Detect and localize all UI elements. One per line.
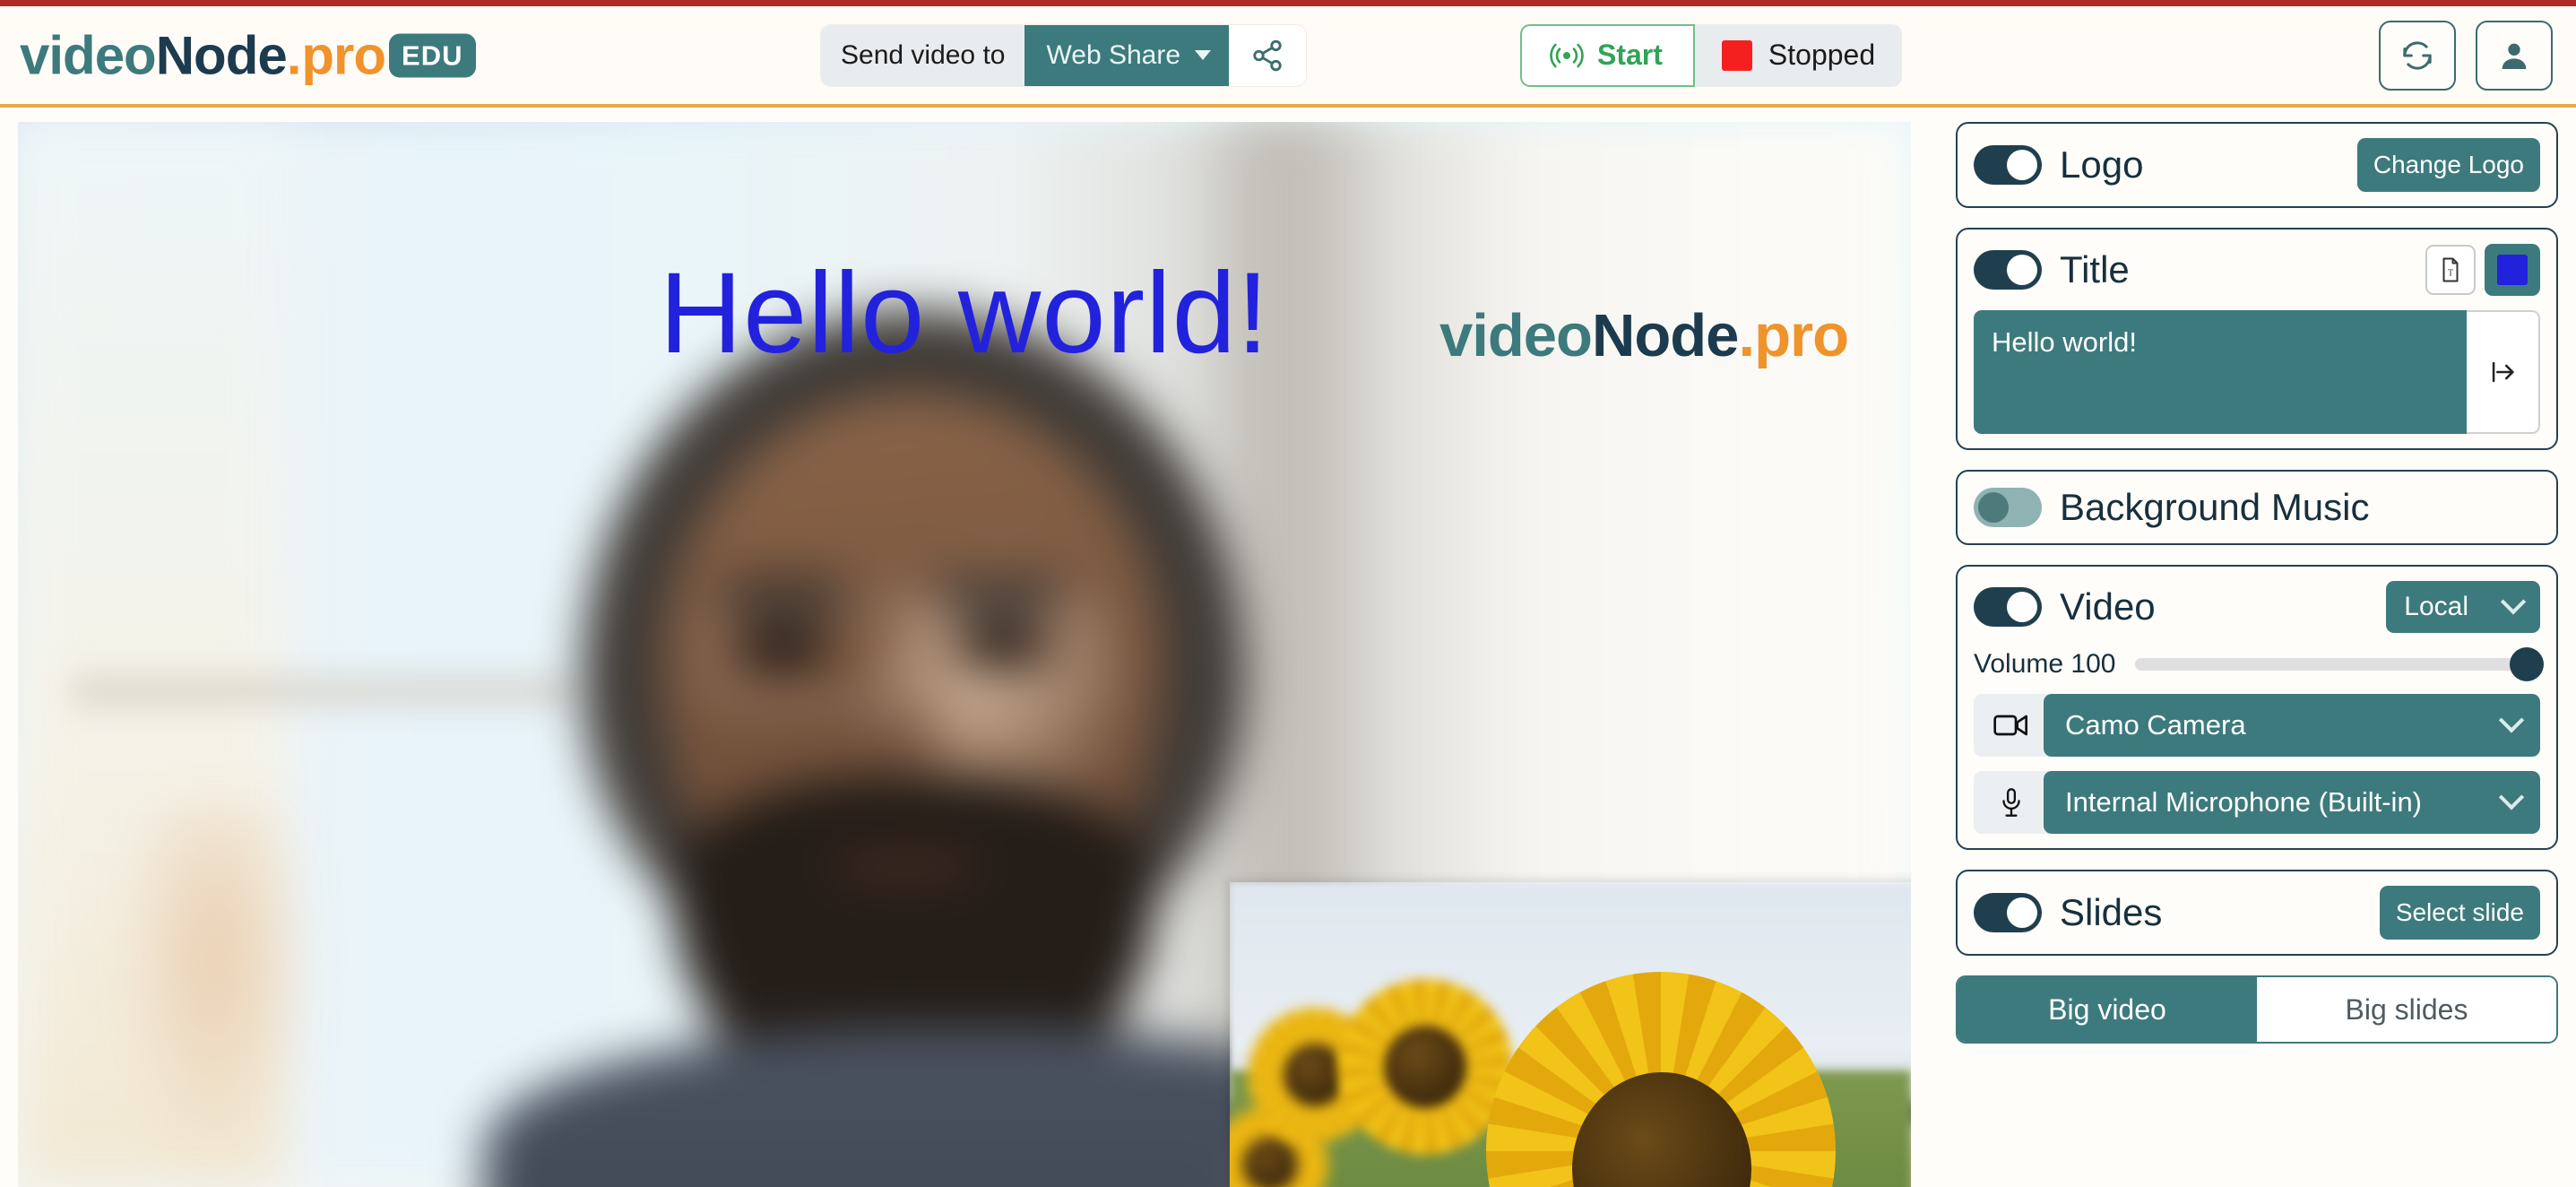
top-accent-strip bbox=[0, 0, 2576, 6]
overlay-watermark: videoNode.pro bbox=[1439, 301, 1849, 370]
status-badge: Stopped bbox=[1694, 23, 1903, 87]
refresh-icon bbox=[2403, 40, 2432, 70]
settings-sidebar: Logo Change Logo Title T Hello world! Ba… bbox=[1956, 122, 2558, 1044]
header-icon-buttons bbox=[2379, 20, 2553, 91]
volume-label: Volume 100 bbox=[1974, 649, 2116, 679]
video-label: Video bbox=[2060, 585, 2156, 628]
brand-text-dot: . bbox=[286, 25, 302, 85]
slide-picture-in-picture[interactable] bbox=[1230, 882, 1911, 1187]
background-music-toggle[interactable] bbox=[1974, 488, 2042, 527]
camera-value: Camo Camera bbox=[2065, 709, 2246, 741]
svg-text:T: T bbox=[2448, 268, 2453, 278]
chevron-down-icon bbox=[1195, 50, 1212, 60]
broadcast-controls: Start Stopped bbox=[1520, 23, 1903, 87]
big-video-option[interactable]: Big video bbox=[1958, 977, 2257, 1042]
chevron-down-icon bbox=[2498, 707, 2525, 733]
video-camera-icon bbox=[1993, 715, 2027, 736]
microphone-row: Internal Microphone (Built-in) bbox=[1974, 771, 2540, 834]
logo-card: Logo Change Logo bbox=[1956, 122, 2558, 208]
microphone-value: Internal Microphone (Built-in) bbox=[2065, 786, 2423, 818]
watermark-text-dot: . bbox=[1738, 302, 1755, 369]
watermark-text-pro: pro bbox=[1754, 302, 1849, 369]
watermark-text-video: video bbox=[1439, 302, 1593, 369]
video-preview[interactable]: Hello world! videoNode.pro bbox=[18, 122, 1911, 1187]
camera-row: Camo Camera bbox=[1974, 694, 2540, 757]
sunflower-main-icon bbox=[1486, 972, 1836, 1187]
select-slide-button[interactable]: Select slide bbox=[2379, 886, 2540, 940]
send-video-label: Send video to bbox=[821, 24, 1025, 86]
slides-label: Slides bbox=[2060, 891, 2163, 933]
title-color-swatch bbox=[2497, 255, 2528, 285]
video-card: Video Local Volume 100 Camo Camera Inter… bbox=[1956, 565, 2558, 850]
send-target-dropdown[interactable]: Web Share bbox=[1024, 24, 1230, 86]
camera-dropdown[interactable]: Camo Camera bbox=[2044, 694, 2540, 757]
title-toggle[interactable] bbox=[1974, 250, 2042, 290]
microphone-dropdown[interactable]: Internal Microphone (Built-in) bbox=[2044, 771, 2540, 834]
microphone-icon bbox=[2002, 788, 2020, 817]
volume-slider[interactable] bbox=[2135, 647, 2544, 681]
brand-text-node: Node bbox=[155, 25, 288, 85]
background-music-label: Background Music bbox=[2060, 486, 2370, 528]
layout-segmented-control: Big video Big slides bbox=[1956, 975, 2558, 1044]
title-label: Title bbox=[2060, 248, 2130, 290]
big-slides-option[interactable]: Big slides bbox=[2257, 977, 2556, 1042]
logo-label: Logo bbox=[2060, 143, 2144, 186]
stop-square-icon bbox=[1721, 39, 1752, 71]
preview-plant bbox=[117, 803, 314, 1180]
start-button-label: Start bbox=[1597, 39, 1663, 71]
background-music-card: Background Music bbox=[1956, 470, 2558, 545]
edu-badge: EDU bbox=[389, 33, 476, 77]
text-file-icon: T bbox=[2442, 257, 2459, 282]
status-label: Stopped bbox=[1768, 39, 1876, 71]
volume-slider-thumb[interactable] bbox=[2510, 647, 2544, 681]
slides-toggle[interactable] bbox=[1974, 893, 2042, 932]
main-content: Hello world! videoNode.pro Logo Change L… bbox=[0, 111, 2576, 1187]
send-video-group: Send video to Web Share bbox=[821, 24, 1307, 86]
slides-card: Slides Select slide bbox=[1956, 870, 2558, 956]
broadcast-icon bbox=[1550, 43, 1584, 67]
share-icon bbox=[1253, 39, 1282, 71]
camera-icon-box bbox=[1974, 694, 2049, 757]
video-toggle[interactable] bbox=[1974, 587, 2042, 627]
user-icon bbox=[2502, 43, 2527, 69]
refresh-button[interactable] bbox=[2379, 20, 2456, 91]
title-color-button[interactable] bbox=[2485, 244, 2540, 296]
brand-text-pro: pro bbox=[301, 25, 386, 85]
brand-logo[interactable]: video Node. pro EDU bbox=[20, 24, 476, 86]
start-button[interactable]: Start bbox=[1520, 23, 1695, 87]
chevron-down-icon bbox=[2498, 784, 2525, 810]
brand-text-video: video bbox=[20, 25, 157, 85]
title-font-button[interactable]: T bbox=[2425, 245, 2476, 295]
send-target-value: Web Share bbox=[1046, 39, 1181, 70]
send-to-right-icon bbox=[2492, 361, 2514, 383]
video-source-dropdown[interactable]: Local bbox=[2386, 581, 2540, 633]
video-source-value: Local bbox=[2404, 592, 2468, 621]
logo-toggle[interactable] bbox=[1974, 145, 2042, 185]
title-input[interactable] bbox=[1974, 310, 2467, 434]
app-header: video Node. pro EDU Send video to Web Shar… bbox=[0, 6, 2576, 108]
title-editor bbox=[1974, 310, 2540, 434]
volume-row: Volume 100 bbox=[1974, 647, 2544, 681]
chevron-down-icon bbox=[2500, 589, 2527, 615]
watermark-text-node: Node bbox=[1591, 302, 1739, 369]
title-card: Title T bbox=[1956, 228, 2558, 450]
title-send-button[interactable] bbox=[2467, 310, 2540, 434]
share-button[interactable] bbox=[1229, 24, 1307, 86]
account-button[interactable] bbox=[2476, 20, 2553, 91]
change-logo-button[interactable]: Change Logo bbox=[2356, 138, 2540, 192]
microphone-icon-box bbox=[1974, 771, 2049, 834]
